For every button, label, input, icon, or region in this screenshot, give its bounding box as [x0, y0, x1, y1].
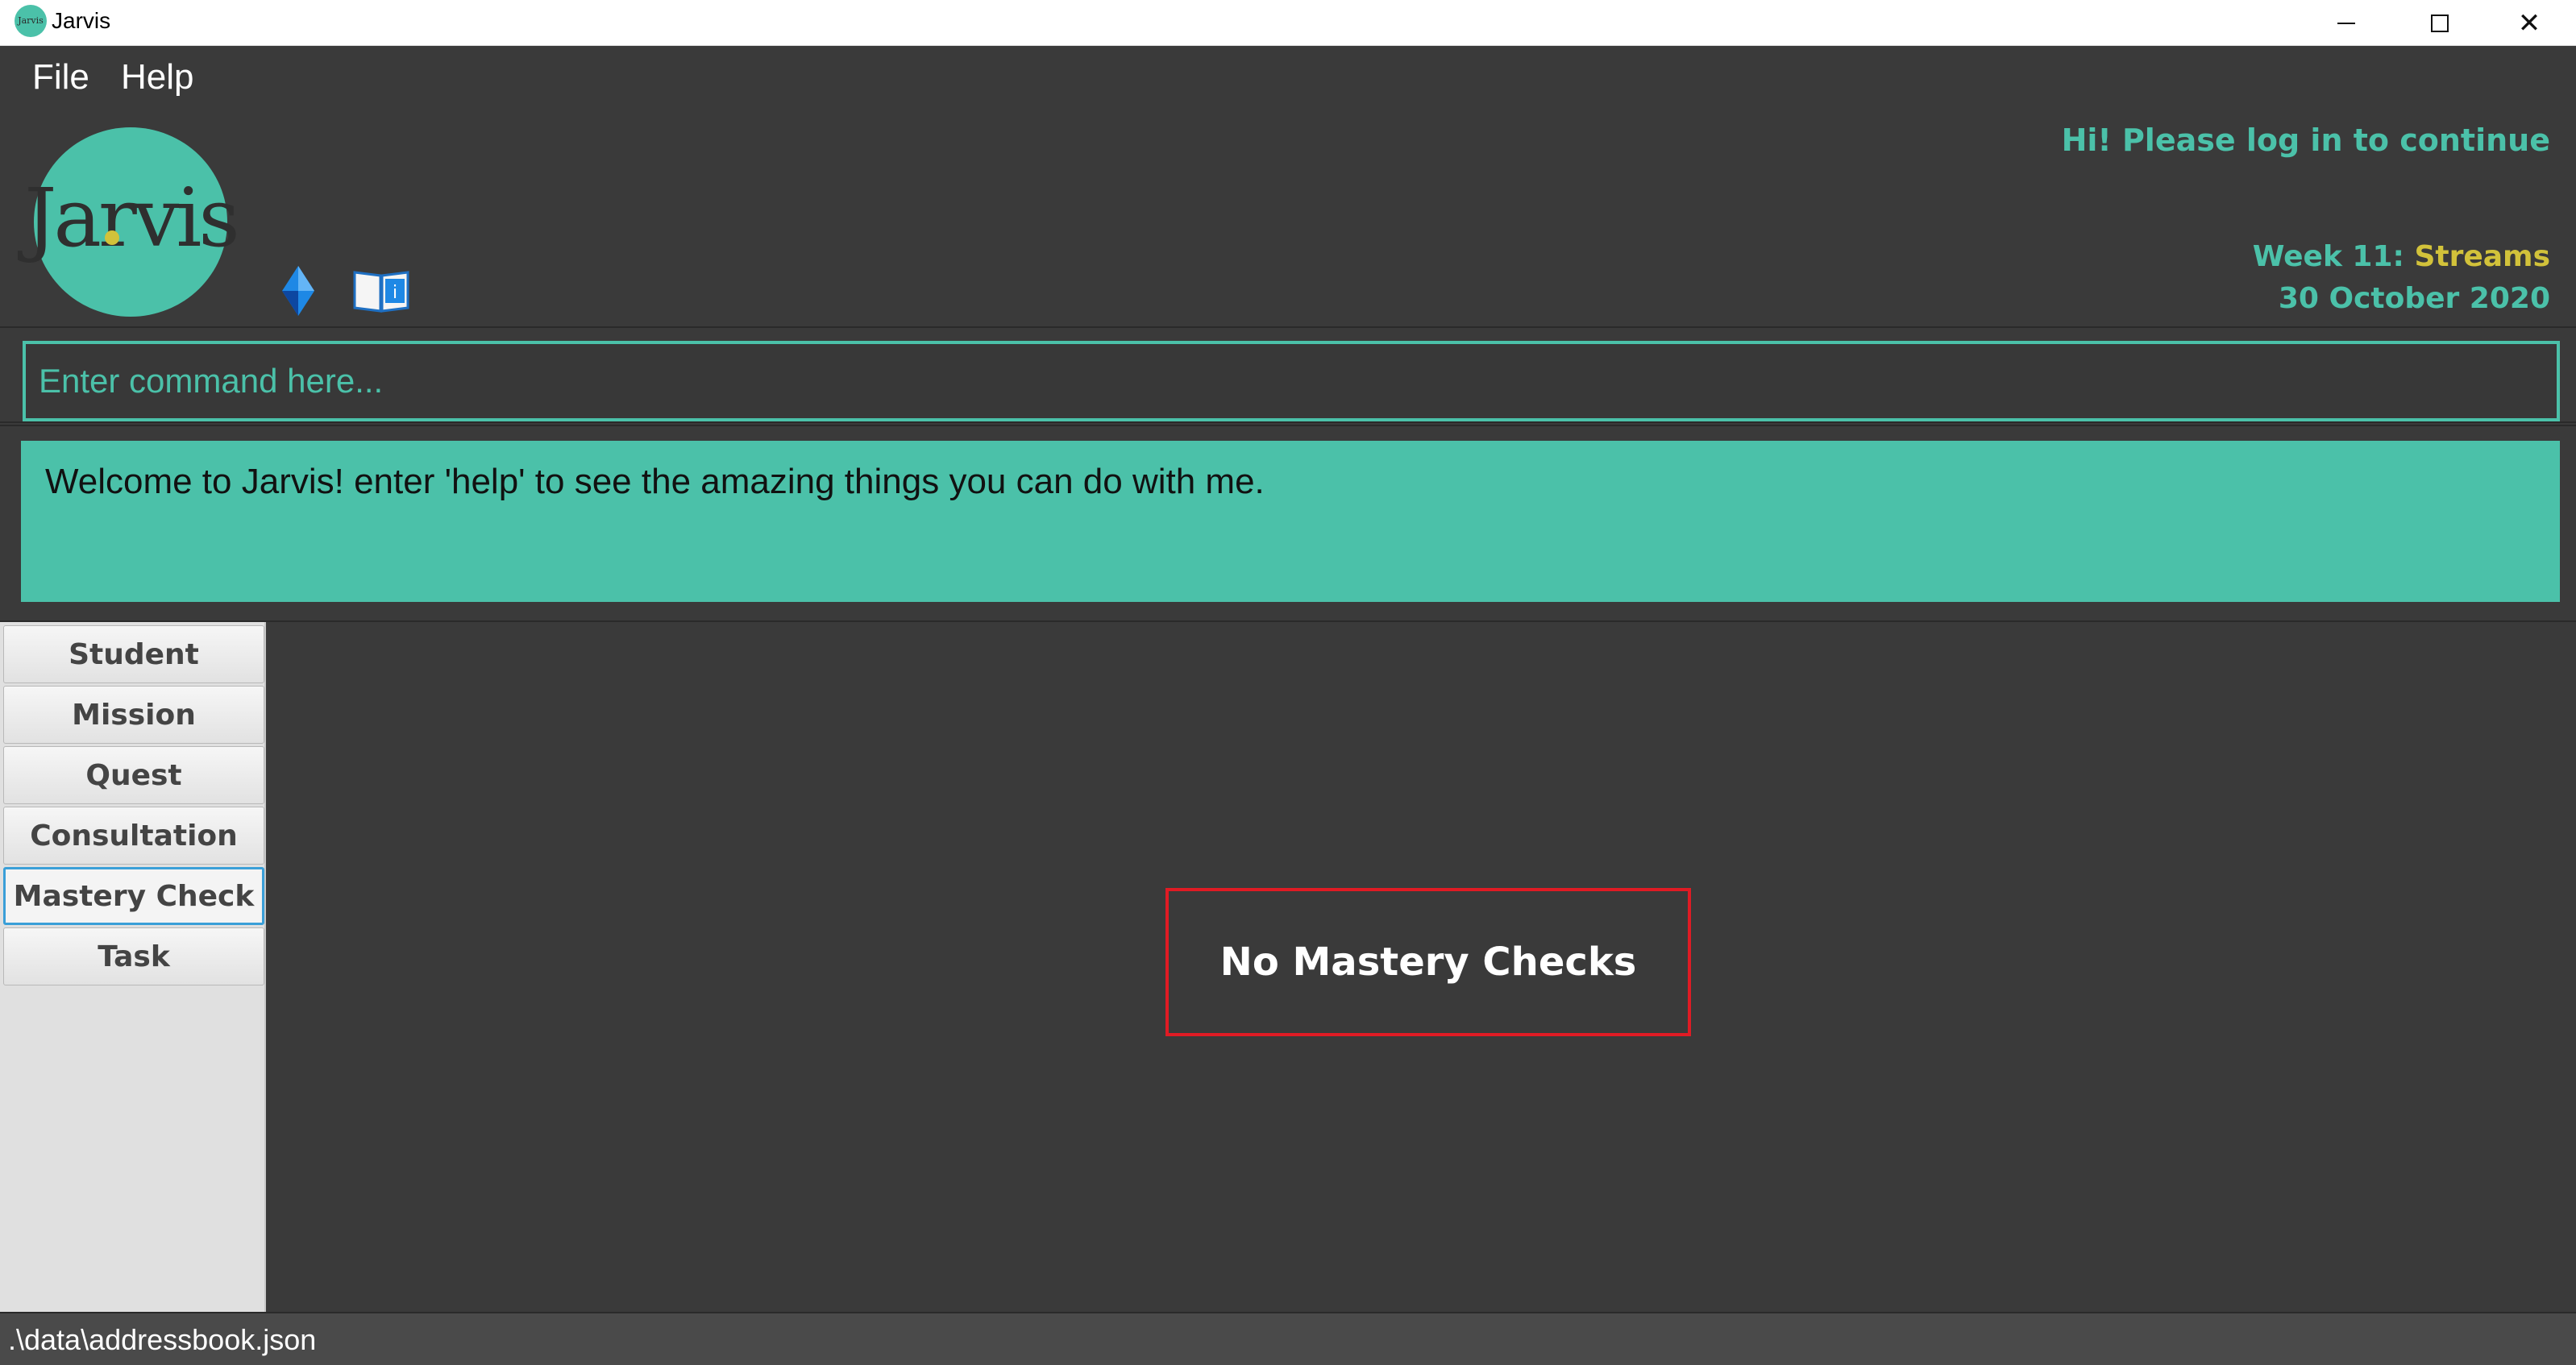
status-bar: .\data\addressbook.json [0, 1312, 2576, 1365]
week-label: Week 11: Streams [2253, 240, 2550, 273]
window-title: Jarvis [52, 8, 111, 33]
tab-consultation[interactable]: Consultation [3, 807, 264, 865]
logo-dot [105, 230, 119, 245]
result-display: Welcome to Jarvis! enter 'help' to see t… [21, 441, 2560, 602]
week-prefix: Week 11: [2252, 240, 2415, 273]
window-titlebar: Jarvis Jarvis ✕ [0, 0, 2576, 46]
app-icon: Jarvis [15, 5, 47, 37]
maximize-icon [2431, 14, 2449, 32]
tab-quest[interactable]: Quest [3, 746, 264, 804]
tab-mastery-check[interactable]: Mastery Check [3, 867, 264, 925]
close-button[interactable]: ✕ [2483, 0, 2576, 46]
data-file-path: .\data\addressbook.json [8, 1323, 317, 1356]
main-panel: No Mastery Checks [266, 622, 2576, 1312]
menu-bar: File Help [0, 46, 2576, 118]
week-topic: Streams [2414, 240, 2550, 273]
jarvis-logo: Jarvis [24, 127, 240, 317]
diamond-icon[interactable] [282, 266, 314, 316]
book-info-icon[interactable]: i [353, 268, 409, 313]
minimize-icon [2337, 22, 2355, 24]
sidebar: Student Mission Quest Consultation Maste… [0, 622, 266, 1312]
maximize-button[interactable] [2393, 0, 2487, 46]
logo-text: Jarvis [24, 171, 239, 265]
command-input[interactable] [23, 341, 2560, 421]
tab-mission[interactable]: Mission [3, 686, 264, 744]
command-box-container [0, 326, 2576, 423]
tab-task[interactable]: Task [3, 927, 264, 985]
menu-file[interactable]: File [32, 57, 89, 98]
result-display-container: Welcome to Jarvis! enter 'help' to see t… [0, 425, 2576, 622]
svg-text:i: i [393, 283, 397, 303]
login-greeting: Hi! Please log in to continue [2061, 122, 2550, 158]
current-date: 30 October 2020 [2278, 282, 2550, 315]
minimize-button[interactable] [2300, 0, 2393, 46]
close-icon: ✕ [2517, 6, 2541, 39]
empty-state-message: No Mastery Checks [1165, 888, 1691, 1036]
menu-help[interactable]: Help [121, 57, 194, 98]
tab-student[interactable]: Student [3, 625, 264, 683]
